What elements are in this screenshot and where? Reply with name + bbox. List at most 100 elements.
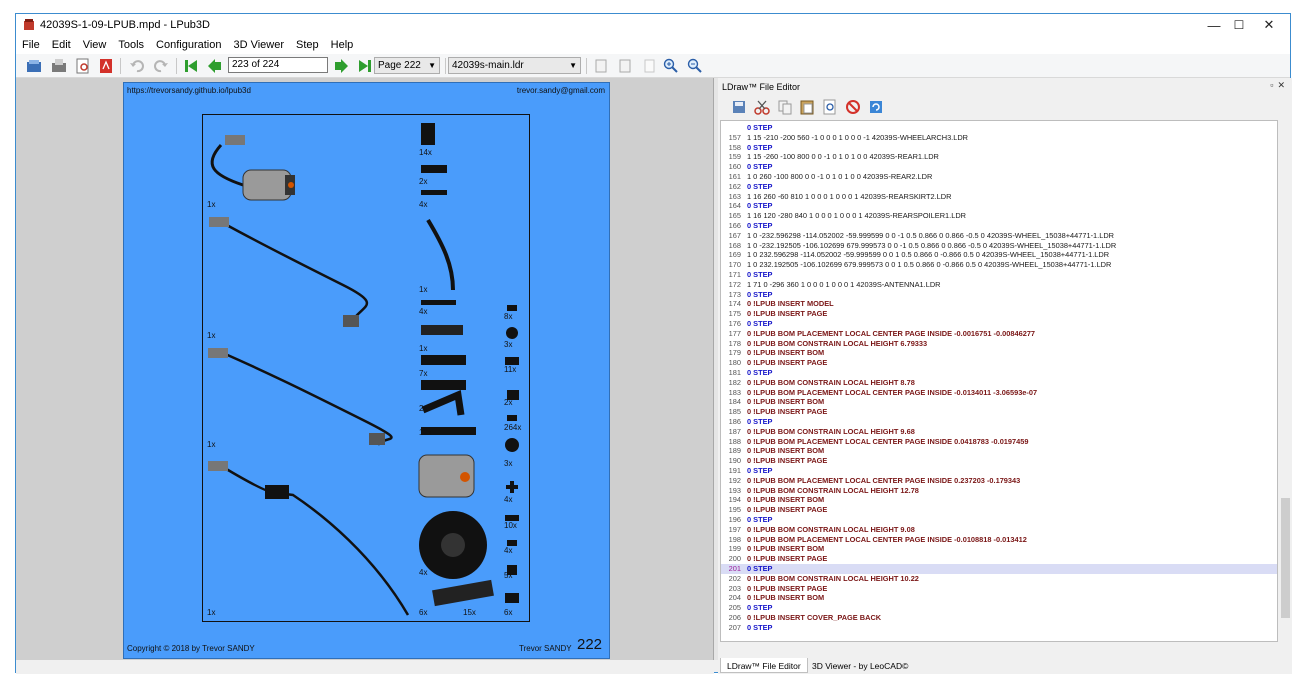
menu-step[interactable]: Step	[296, 39, 319, 51]
code-line[interactable]: 192 0 !LPUB BOM PLACEMENT LOCAL CENTER PA…	[721, 476, 1277, 486]
code-line[interactable]: 207 0 STEP	[721, 623, 1277, 633]
code-line[interactable]: 159 1 15 -260 -100 800 0 0 -1 0 1 0 1 0 0…	[721, 152, 1277, 162]
code-line[interactable]: 186 0 STEP	[721, 417, 1277, 427]
close-button[interactable]: ✕	[1249, 14, 1289, 36]
code-line[interactable]: 168 1 0 -232.192505 -106.102699 679.99957…	[721, 241, 1277, 251]
save-file-icon[interactable]	[50, 57, 68, 75]
code-line[interactable]: 178 0 !LPUB BOM CONSTRAIN LOCAL HEIGHT 6.…	[721, 339, 1277, 349]
code-line[interactable]: 194 0 !LPUB INSERT BOM	[721, 495, 1277, 505]
zoom-out-icon[interactable]	[686, 57, 704, 75]
code-line[interactable]: 201 0 STEP	[721, 564, 1277, 574]
redo-icon[interactable]	[152, 57, 170, 75]
menu-view[interactable]: View	[83, 39, 107, 51]
menu-3d-viewer[interactable]: 3D Viewer	[233, 39, 284, 51]
line-number: 182	[728, 377, 741, 387]
code-line[interactable]: 160 0 STEP	[721, 162, 1277, 172]
code-line[interactable]: 185 0 !LPUB INSERT PAGE	[721, 407, 1277, 417]
model-select[interactable]: 42039s-main.ldr ▼	[448, 57, 581, 74]
export-pdf-icon[interactable]	[97, 57, 115, 75]
code-line[interactable]: 182 0 !LPUB BOM CONSTRAIN LOCAL HEIGHT 8.…	[721, 378, 1277, 388]
tab-ldraw-file-editor[interactable]: LDraw™ File Editor	[720, 658, 808, 673]
line-number: 179	[728, 348, 741, 358]
horizontal-scrollbar[interactable]	[720, 642, 1278, 654]
code-line[interactable]: 204 0 !LPUB INSERT BOM	[721, 593, 1277, 603]
zoom-in-icon[interactable]	[662, 57, 680, 75]
code-line[interactable]: 158 0 STEP	[721, 143, 1277, 153]
code-line[interactable]: 189 0 !LPUB INSERT BOM	[721, 446, 1277, 456]
code-line[interactable]: 190 0 !LPUB INSERT PAGE	[721, 456, 1277, 466]
code-line[interactable]: 180 0 !LPUB INSERT PAGE	[721, 358, 1277, 368]
code-editor[interactable]: 0 STEP 157 1 15 -210 -200 560 -1 0 0 0 1 0…	[720, 120, 1278, 642]
code-line[interactable]: 195 0 !LPUB INSERT PAGE	[721, 505, 1277, 515]
stop-icon[interactable]	[844, 98, 862, 116]
code-line[interactable]: 165 1 16 120 -280 840 1 0 0 0 1 0 0 0 1 4…	[721, 211, 1277, 221]
undo-icon[interactable]	[128, 57, 146, 75]
code-line[interactable]: 171 0 STEP	[721, 270, 1277, 280]
part-quantity: 14x	[419, 148, 432, 157]
line-number: 161	[728, 172, 741, 181]
code-line[interactable]: 179 0 !LPUB INSERT BOM	[721, 348, 1277, 358]
save-icon[interactable]	[730, 98, 748, 116]
line-number: 190	[728, 456, 741, 466]
scrollbar-thumb[interactable]	[1281, 498, 1290, 618]
code-line[interactable]: 170 1 0 232.192505 -106.102699 679.999573…	[721, 260, 1277, 270]
open-file-icon[interactable]	[25, 57, 43, 75]
code-line[interactable]: 161 1 0 260 -100 800 0 0 -1 0 1 0 1 0 0 4…	[721, 172, 1277, 182]
code-line[interactable]: 184 0 !LPUB INSERT BOM	[721, 397, 1277, 407]
refresh-icon[interactable]	[867, 98, 885, 116]
code-line[interactable]: 164 0 STEP	[721, 201, 1277, 211]
actual-size-icon[interactable]	[640, 57, 658, 75]
page-select[interactable]: Page 222 ▼	[374, 57, 440, 74]
code-line[interactable]: 169 1 0 232.596298 -114.052002 -59.999599…	[721, 250, 1277, 260]
menu-configuration[interactable]: Configuration	[156, 39, 221, 51]
code-line[interactable]: 166 0 STEP	[721, 221, 1277, 231]
paste-icon[interactable]	[798, 98, 816, 116]
code-line[interactable]: 177 0 !LPUB BOM PLACEMENT LOCAL CENTER PA…	[721, 329, 1277, 339]
code-line[interactable]: 163 1 16 260 -60 810 1 0 0 0 1 0 0 0 1 42…	[721, 192, 1277, 202]
code-line[interactable]: 157 1 15 -210 -200 560 -1 0 0 0 1 0 0 0 -…	[721, 133, 1277, 143]
find-icon[interactable]	[821, 98, 839, 116]
code-line[interactable]: 196 0 STEP	[721, 515, 1277, 525]
tab-3d-viewer[interactable]: 3D Viewer - by LeoCAD©	[806, 658, 914, 673]
code-line[interactable]: 175 0 !LPUB INSERT PAGE	[721, 309, 1277, 319]
copy-icon[interactable]	[776, 98, 794, 116]
print-preview-icon[interactable]	[74, 57, 92, 75]
code-line[interactable]: 188 0 !LPUB BOM PLACEMENT LOCAL CENTER PA…	[721, 437, 1277, 447]
code-line[interactable]: 183 0 !LPUB BOM PLACEMENT LOCAL CENTER PA…	[721, 388, 1277, 398]
code-line[interactable]: 191 0 STEP	[721, 466, 1277, 476]
cut-icon[interactable]	[753, 98, 771, 116]
vertical-scrollbar[interactable]	[1279, 120, 1291, 642]
code-line[interactable]: 187 0 !LPUB BOM CONSTRAIN LOCAL HEIGHT 9.…	[721, 427, 1277, 437]
code-line[interactable]: 199 0 !LPUB INSERT BOM	[721, 544, 1277, 554]
menu-edit[interactable]: Edit	[52, 39, 71, 51]
code-line[interactable]: 202 0 !LPUB BOM CONSTRAIN LOCAL HEIGHT 10…	[721, 574, 1277, 584]
last-page-icon[interactable]	[356, 57, 374, 75]
code-line[interactable]: 206 0 !LPUB INSERT COVER_PAGE BACK	[721, 613, 1277, 623]
page-view[interactable]: https://trevorsandy.github.io/lpub3d tre…	[16, 78, 714, 660]
code-line[interactable]: 176 0 STEP	[721, 319, 1277, 329]
dock-controls[interactable]: ▫✕	[1270, 80, 1289, 91]
fit-width-icon[interactable]	[592, 57, 610, 75]
page-number-input[interactable]: 223 of 224	[228, 57, 328, 73]
part-quantity: 1x	[207, 440, 216, 449]
code-line[interactable]: 203 0 !LPUB INSERT PAGE	[721, 584, 1277, 594]
menu-help[interactable]: Help	[331, 39, 354, 51]
menu-tools[interactable]: Tools	[118, 39, 144, 51]
code-line[interactable]: 174 0 !LPUB INSERT MODEL	[721, 299, 1277, 309]
code-line[interactable]: 198 0 !LPUB BOM PLACEMENT LOCAL CENTER PA…	[721, 535, 1277, 545]
code-line[interactable]: 0 STEP	[721, 123, 1277, 133]
code-line[interactable]: 167 1 0 -232.596298 -114.052002 -59.99959…	[721, 231, 1277, 241]
fit-visible-icon[interactable]	[616, 57, 634, 75]
code-line[interactable]: 193 0 !LPUB BOM CONSTRAIN LOCAL HEIGHT 12…	[721, 486, 1277, 496]
first-page-icon[interactable]	[182, 57, 200, 75]
code-line[interactable]: 172 1 71 0 -296 360 1 0 0 0 1 0 0 0 1 420…	[721, 280, 1277, 290]
menu-file[interactable]: File	[22, 39, 40, 51]
previous-page-icon[interactable]	[206, 57, 224, 75]
code-line[interactable]: 197 0 !LPUB BOM CONSTRAIN LOCAL HEIGHT 9.…	[721, 525, 1277, 535]
code-line[interactable]: 200 0 !LPUB INSERT PAGE	[721, 554, 1277, 564]
next-page-icon[interactable]	[332, 57, 350, 75]
code-line[interactable]: 173 0 STEP	[721, 290, 1277, 300]
code-line[interactable]: 205 0 STEP	[721, 603, 1277, 613]
code-line[interactable]: 181 0 STEP	[721, 368, 1277, 378]
code-line[interactable]: 162 0 STEP	[721, 182, 1277, 192]
